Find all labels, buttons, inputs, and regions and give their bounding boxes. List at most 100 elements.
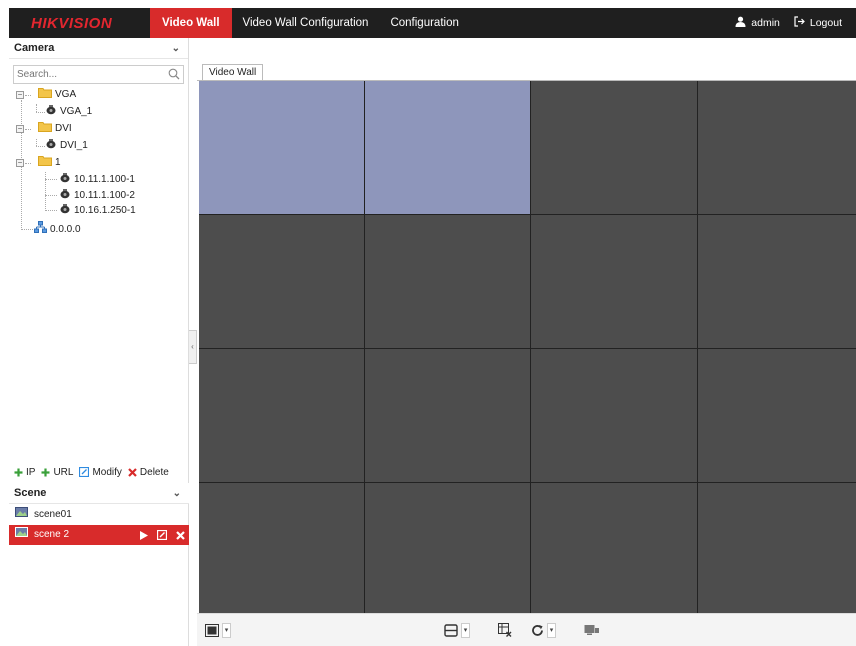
top-bar: HIKVISION Video Wall Video Wall Configur… bbox=[9, 8, 856, 38]
scene-panel-header[interactable]: Scene ⌄ bbox=[9, 483, 189, 504]
monitor-icon bbox=[584, 625, 599, 635]
tree-node-group-1[interactable]: − 1 bbox=[16, 155, 61, 171]
refresh-button[interactable]: ▾ bbox=[531, 623, 556, 638]
refresh-icon bbox=[532, 625, 543, 636]
dropdown-arrow-icon[interactable]: ▾ bbox=[461, 623, 470, 638]
collapse-icon[interactable]: − bbox=[16, 159, 24, 167]
scene-icon bbox=[15, 525, 28, 545]
plus-icon bbox=[41, 468, 50, 476]
network-icon bbox=[34, 221, 47, 239]
logout-button[interactable]: Logout bbox=[794, 16, 842, 30]
tree-node-label: 10.11.1.100-1 bbox=[74, 174, 135, 185]
chevron-down-icon[interactable]: ⌄ bbox=[173, 483, 181, 504]
search-icon[interactable] bbox=[168, 68, 180, 83]
wall-window-cell[interactable] bbox=[199, 483, 364, 616]
tree-node-camera[interactable]: 10.11.1.100-1 bbox=[59, 172, 135, 188]
wall-window-cell[interactable] bbox=[365, 81, 530, 214]
add-url-button[interactable]: URL bbox=[41, 467, 73, 478]
window-mode-icon bbox=[205, 624, 219, 637]
delete-icon[interactable] bbox=[176, 530, 185, 540]
wall-window-cell[interactable] bbox=[698, 349, 856, 482]
delete-label: Delete bbox=[139, 466, 169, 478]
wall-window-cell[interactable] bbox=[531, 215, 697, 348]
folder-icon bbox=[38, 155, 52, 172]
tree-node-label: 10.16.1.250-1 bbox=[74, 205, 136, 216]
main-nav: Video Wall Video Wall Configuration Conf… bbox=[150, 8, 470, 38]
wall-window-cell[interactable] bbox=[365, 215, 530, 348]
wall-window-cell[interactable] bbox=[365, 349, 530, 482]
tree-node-camera[interactable]: 10.16.1.250-1 bbox=[59, 203, 136, 219]
edit-icon bbox=[79, 467, 90, 477]
tree-node-label: VGA bbox=[55, 89, 77, 100]
wall-window-cell[interactable] bbox=[698, 215, 856, 348]
wall-window-cell[interactable] bbox=[531, 81, 697, 214]
wall-window-cell[interactable] bbox=[199, 215, 364, 348]
username-label: admin bbox=[751, 17, 780, 29]
tree-node-label: 1 bbox=[55, 157, 61, 168]
tree-node-label: 0.0.0.0 bbox=[50, 224, 81, 235]
tree-node-label: DVI_1 bbox=[60, 140, 88, 151]
camera-icon bbox=[59, 172, 71, 189]
dropdown-arrow-icon[interactable]: ▾ bbox=[547, 623, 556, 638]
tree-node-label: VGA_1 bbox=[60, 106, 93, 117]
nav-tab-configuration[interactable]: Configuration bbox=[379, 8, 469, 38]
wall-window-cell[interactable] bbox=[531, 483, 697, 616]
tree-node-vga[interactable]: − VGA bbox=[16, 87, 76, 103]
clear-windows-button[interactable] bbox=[498, 623, 512, 637]
tree-node-label: DVI bbox=[55, 123, 72, 134]
delete-button[interactable]: Delete bbox=[128, 467, 169, 478]
camera-panel-header[interactable]: Camera ⌄ bbox=[9, 38, 188, 59]
video-wall-grid bbox=[199, 81, 856, 616]
nav-tab-video-wall-configuration[interactable]: Video Wall Configuration bbox=[232, 8, 380, 38]
signal-source-button[interactable] bbox=[584, 623, 600, 636]
modify-label: Modify bbox=[92, 466, 122, 478]
add-ip-button[interactable]: IP bbox=[14, 467, 35, 478]
wall-window-cell[interactable] bbox=[365, 483, 530, 616]
scene-panel-title: Scene bbox=[14, 487, 47, 499]
edit-icon[interactable] bbox=[157, 530, 167, 540]
wall-window-cell[interactable] bbox=[199, 349, 364, 482]
add-url-label: URL bbox=[53, 466, 74, 478]
tab-video-wall[interactable]: Video Wall bbox=[202, 64, 264, 81]
dropdown-arrow-icon[interactable]: ▾ bbox=[222, 623, 231, 638]
tree-node-label: 10.11.1.100-2 bbox=[74, 190, 135, 201]
tree-node-vga-1[interactable]: VGA_1 bbox=[45, 104, 92, 120]
user-icon bbox=[735, 16, 746, 30]
collapse-icon[interactable]: − bbox=[16, 125, 24, 133]
collapse-panel-handle[interactable]: ‹ bbox=[189, 330, 197, 364]
left-panel: Camera ⌄ − VGA bbox=[9, 38, 189, 646]
scene-item-active[interactable]: scene 2 bbox=[9, 525, 189, 545]
wall-window-cell[interactable] bbox=[199, 81, 364, 214]
tree-node-network[interactable]: 0.0.0.0 bbox=[34, 221, 81, 239]
folder-icon bbox=[38, 121, 52, 138]
camera-icon bbox=[45, 138, 57, 155]
window-mode-button[interactable]: ▾ bbox=[205, 623, 231, 638]
brand-logo: HIKVISION bbox=[31, 15, 113, 32]
camera-actions: IP URL Modify Delete bbox=[9, 462, 189, 482]
nav-tab-video-wall[interactable]: Video Wall bbox=[150, 8, 232, 38]
logout-label: Logout bbox=[809, 17, 842, 29]
clear-windows-icon bbox=[498, 623, 512, 637]
modify-button[interactable]: Modify bbox=[79, 466, 122, 478]
search-input[interactable] bbox=[14, 66, 164, 83]
tree-node-dvi-1[interactable]: DVI_1 bbox=[45, 138, 88, 154]
wall-window-cell[interactable] bbox=[531, 349, 697, 482]
split-screen-button[interactable]: ▾ bbox=[444, 623, 470, 638]
scene-item[interactable]: scene01 bbox=[9, 505, 189, 525]
collapse-icon[interactable]: − bbox=[16, 91, 24, 99]
chevron-down-icon[interactable]: ⌄ bbox=[172, 38, 180, 59]
logout-icon bbox=[794, 16, 805, 30]
main-area: Video Wall ▾ ▾ ▾ bbox=[197, 38, 856, 646]
plus-icon bbox=[14, 468, 23, 476]
play-icon[interactable] bbox=[140, 530, 148, 540]
delete-icon bbox=[128, 467, 137, 477]
scene-operations bbox=[131, 525, 185, 545]
wall-window-cell[interactable] bbox=[698, 483, 856, 616]
user-menu[interactable]: admin bbox=[735, 16, 780, 30]
scene-icon bbox=[15, 505, 28, 525]
camera-icon bbox=[59, 203, 71, 220]
wall-window-cell[interactable] bbox=[698, 81, 856, 214]
scene-list: scene01 scene 2 bbox=[9, 505, 189, 545]
tree-node-dvi[interactable]: − DVI bbox=[16, 121, 72, 137]
wall-toolbar: ▾ ▾ ▾ bbox=[197, 613, 856, 646]
